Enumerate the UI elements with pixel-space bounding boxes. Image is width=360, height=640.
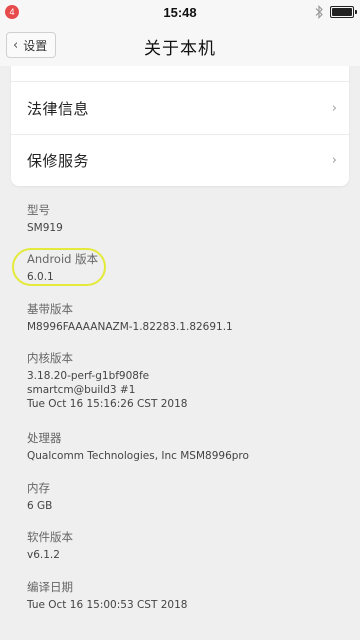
info-value: v6.1.2 — [27, 549, 60, 561]
header: ‹ 设置 关于本机 — [0, 24, 360, 66]
info-title: 编译日期 — [27, 580, 73, 594]
info-title: Android 版本 — [27, 252, 99, 266]
chevron-right-icon: › — [331, 153, 337, 168]
info-title: 处理器 — [27, 431, 62, 445]
menu-item-label: 法律信息 — [27, 99, 90, 118]
info-value: SM919 — [27, 222, 63, 234]
battery-icon — [330, 6, 357, 18]
info-title: 软件版本 — [27, 530, 73, 544]
info-value: Qualcomm Technologies, Inc MSM8996pro — [27, 450, 249, 462]
menu-item-warranty[interactable]: 保修服务 › — [11, 134, 349, 186]
info-software-version: 软件版本 v6.1.2 — [27, 529, 73, 562]
bluetooth-icon — [315, 5, 323, 19]
info-baseband-version: 基带版本 M8996FAAAANAZM-1.82283.1.82691.1 — [27, 301, 233, 334]
info-value: Tue Oct 16 15:16:26 CST 2018 — [27, 398, 188, 410]
info-value: smartcm@build3 #1 — [27, 384, 136, 396]
info-title: 内核版本 — [27, 351, 73, 365]
info-value: 3.18.20-perf-g1bf908fe — [27, 370, 150, 382]
info-value: M8996FAAAANAZM-1.82283.1.82691.1 — [27, 321, 233, 333]
info-android-version: Android 版本 6.0.1 — [27, 251, 98, 284]
info-value: 6.0.1 — [27, 271, 54, 283]
info-value: Tue Oct 16 15:00:53 CST 2018 — [27, 599, 188, 611]
status-clock: 15:48 — [163, 4, 197, 20]
info-title: 内存 — [27, 481, 50, 495]
info-kernel-version: 内核版本 3.18.20-perf-g1bf908fe smartcm@buil… — [27, 350, 187, 411]
chevron-right-icon: › — [331, 100, 337, 116]
menu-card: 法律信息 › 保修服务 › — [11, 66, 349, 186]
status-icons — [314, 5, 357, 19]
info-value: 6 GB — [27, 500, 53, 512]
battery-fill — [332, 8, 352, 16]
info-title: 基带版本 — [27, 302, 73, 316]
info-title: 型号 — [27, 203, 50, 217]
menu-item-legal[interactable]: 法律信息 › — [11, 82, 349, 134]
page-title: 关于本机 — [144, 39, 216, 59]
info-model: 型号 SM919 — [27, 202, 63, 235]
card-top-divider — [11, 66, 349, 82]
notification-badge: 4 — [5, 5, 19, 19]
status-bar: 4 15:48 — [0, 0, 360, 24]
menu-item-label: 保修服务 — [27, 152, 90, 170]
info-memory: 内存 6 GB — [27, 480, 52, 513]
info-build-date: 编译日期 Tue Oct 16 15:00:53 CST 2018 — [27, 579, 187, 612]
info-processor: 处理器 Qualcomm Technologies, Inc MSM8996pr… — [27, 430, 249, 463]
